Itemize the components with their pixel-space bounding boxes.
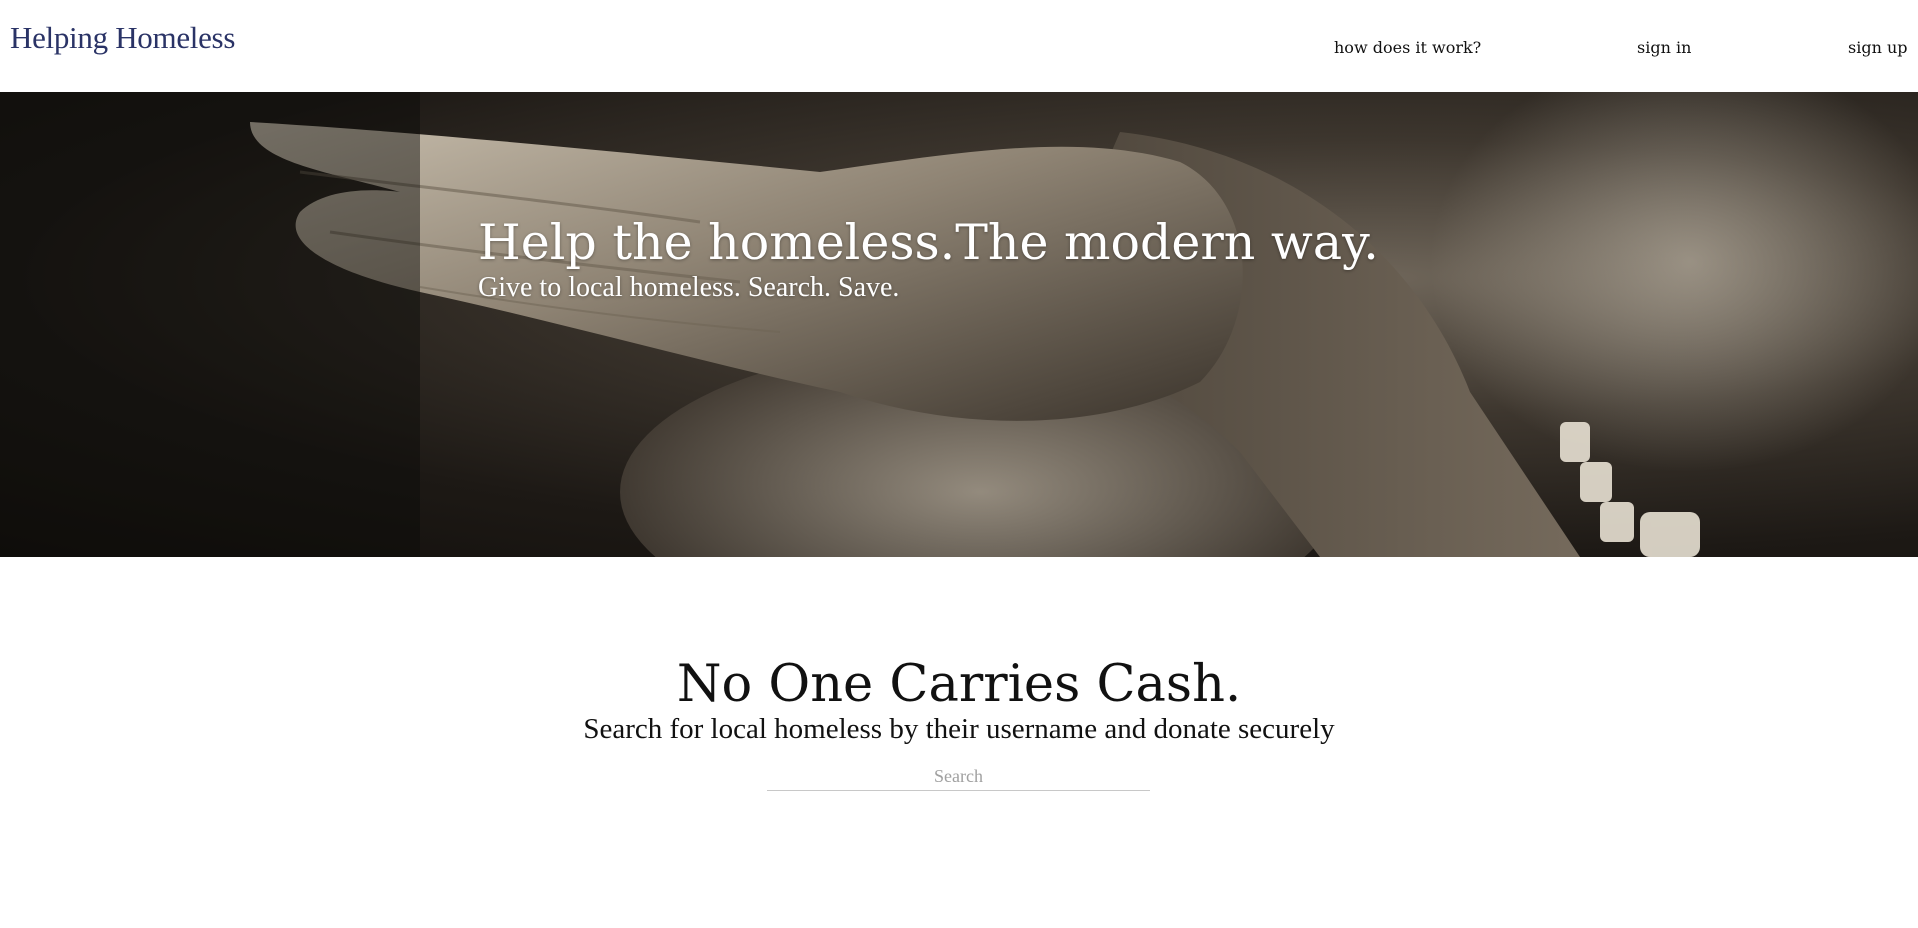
- hero-title: Help the homeless.The modern way.: [478, 214, 1379, 271]
- nav-sign-in-link[interactable]: sign in: [1637, 38, 1691, 57]
- search-input[interactable]: [767, 762, 1150, 791]
- search-section: No One Carries Cash. Search for local ho…: [0, 557, 1918, 928]
- section-subtitle: Search for local homeless by their usern…: [583, 713, 1335, 745]
- section-title: No One Carries Cash.: [676, 655, 1242, 714]
- hero-banner: Help the homeless.The modern way. Give t…: [0, 92, 1918, 557]
- nav-how-it-works-link[interactable]: how does it work?: [1334, 38, 1481, 57]
- site-header: Helping Homeless how does it work? sign …: [0, 0, 1918, 92]
- site-logo[interactable]: Helping Homeless: [10, 20, 235, 56]
- hero-subtitle: Give to local homeless. Search. Save.: [478, 272, 900, 303]
- hero-hand-image: [0, 92, 1918, 557]
- nav-sign-up-link[interactable]: sign up: [1848, 38, 1908, 57]
